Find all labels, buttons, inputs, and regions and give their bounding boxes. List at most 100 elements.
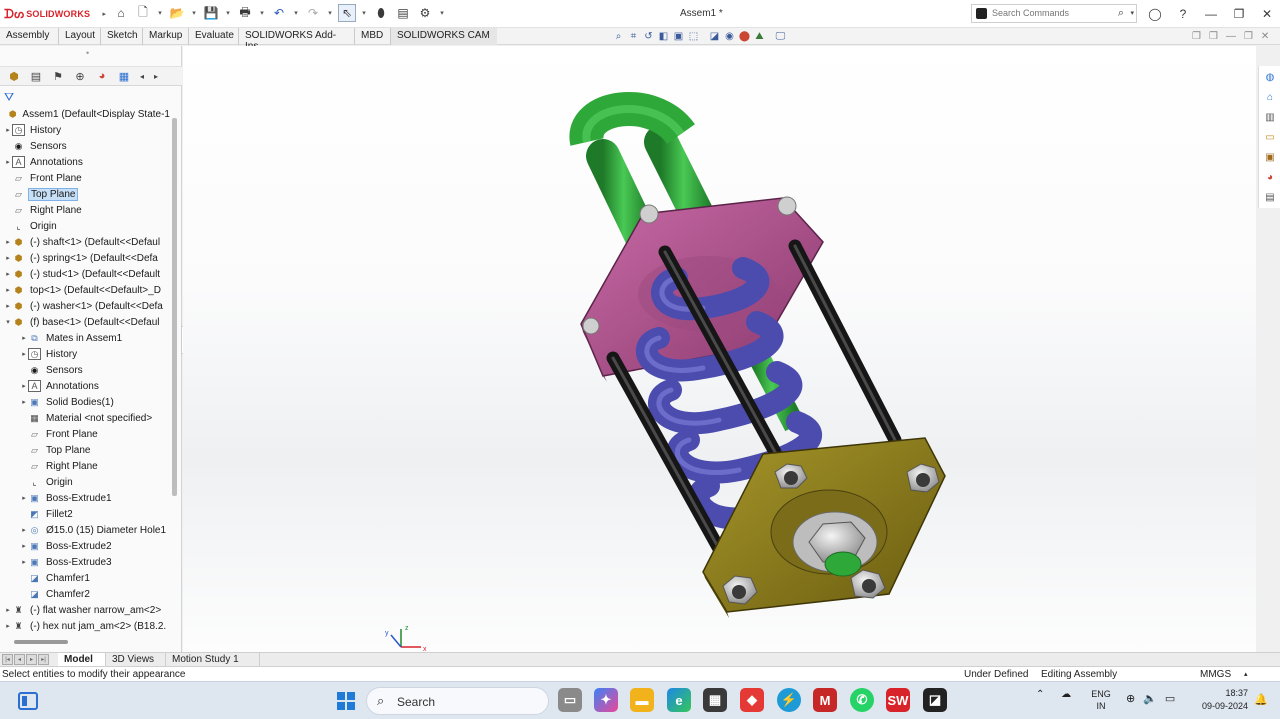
- doc-minimize-icon[interactable]: —: [1226, 31, 1236, 42]
- panel-grip-icon[interactable]: •: [86, 48, 89, 58]
- open-dropdown-icon[interactable]: ▾: [190, 9, 198, 17]
- clock[interactable]: 18:37 09-09-2024: [1186, 687, 1248, 713]
- tree-expand-icon[interactable]: ▸: [20, 350, 28, 358]
- tree-expand-icon[interactable]: ▸: [4, 270, 12, 278]
- save-icon[interactable]: 💾: [202, 4, 220, 22]
- network-icon[interactable]: ⊕: [1126, 692, 1135, 705]
- view-palette-icon[interactable]: ▣: [1263, 150, 1277, 164]
- panel-scroll-right-icon[interactable]: ▸: [152, 69, 160, 83]
- tree-expand-icon[interactable]: ▸: [4, 286, 12, 294]
- print-icon[interactable]: 🖶: [236, 4, 254, 22]
- onedrive-cloud-icon[interactable]: ☁: [1061, 689, 1071, 700]
- tree-expand-icon[interactable]: ▸: [4, 254, 12, 262]
- microsoft-store-icon[interactable]: ▦: [703, 688, 727, 712]
- tree-item[interactable]: ▸ ♜ (-) flat washer narrow_am<2>: [0, 602, 172, 618]
- minimize-icon[interactable]: —: [1202, 5, 1220, 23]
- design-library-icon[interactable]: ▥: [1263, 110, 1277, 124]
- open-folder-icon[interactable]: 📂: [168, 4, 186, 22]
- tree-item[interactable]: ⌞ Origin: [0, 218, 172, 234]
- tree-item[interactable]: ▸ A Annotations: [0, 378, 172, 394]
- tab-next-icon[interactable]: ▸: [26, 654, 37, 665]
- tab-assembly[interactable]: Assembly: [0, 28, 59, 45]
- view-settings-icon[interactable]: 🖵: [774, 30, 787, 43]
- tree-item[interactable]: ▸ ▣ Solid Bodies(1): [0, 394, 172, 410]
- feature-manager-tab-icon[interactable]: ⬢: [6, 69, 22, 83]
- search-input[interactable]: [992, 8, 1112, 18]
- tree-item[interactable]: ▸ ◎ Ø15.0 (15) Diameter Hole1: [0, 522, 172, 538]
- select-cursor-icon[interactable]: ⇖: [338, 4, 356, 22]
- new-document-icon[interactable]: 🗋: [134, 4, 152, 22]
- logo-menu-chevron-icon[interactable]: ▸: [100, 10, 108, 18]
- mcafee-icon[interactable]: M: [813, 688, 837, 712]
- tab-prev-icon[interactable]: ◂: [14, 654, 25, 665]
- property-manager-tab-icon[interactable]: ▤: [28, 69, 44, 83]
- new-dropdown-icon[interactable]: ▾: [156, 9, 164, 17]
- options-dropdown-icon[interactable]: ▾: [438, 9, 446, 17]
- tree-expand-icon[interactable]: ▸: [20, 542, 28, 550]
- tab-markup[interactable]: Markup: [143, 28, 189, 45]
- tree-item[interactable]: ⌞ Origin: [0, 474, 172, 490]
- undo-dropdown-icon[interactable]: ▾: [292, 9, 300, 17]
- tree-item[interactable]: ▸ ▣ Boss-Extrude3: [0, 554, 172, 570]
- tree-item[interactable]: ▱ Right Plane: [0, 458, 172, 474]
- tree-item[interactable]: ⬢ Assem1 (Default<Display State-1: [0, 106, 172, 122]
- doc-close-icon[interactable]: ✕: [1261, 31, 1269, 42]
- taskbar-search[interactable]: ⌕ Search: [366, 687, 549, 715]
- file-explorer-icon[interactable]: ▭: [1263, 130, 1277, 144]
- tab-solidworks-addins[interactable]: SOLIDWORKS Add-Ins: [239, 28, 355, 52]
- close-icon[interactable]: ✕: [1258, 5, 1276, 23]
- tab-evaluate[interactable]: Evaluate: [189, 28, 239, 45]
- tree-expand-icon[interactable]: ▾: [4, 318, 12, 326]
- search-magnifier-icon[interactable]: ⌕: [1118, 7, 1124, 20]
- tree-item[interactable]: ▸ ◷ History: [0, 122, 172, 138]
- configuration-manager-tab-icon[interactable]: ⚑: [50, 69, 66, 83]
- tree-item[interactable]: ▸ ♜ (-) hex nut jam_am<2> (B18.2.: [0, 618, 172, 634]
- doc-cascade-icon[interactable]: ❒: [1209, 31, 1218, 42]
- display-style-icon[interactable]: ◪: [708, 30, 721, 43]
- tree-expand-icon[interactable]: ▸: [20, 494, 28, 502]
- solidworks-taskbar-icon[interactable]: SW: [886, 688, 910, 712]
- section-view-icon[interactable]: ◧: [657, 30, 670, 43]
- tree-vertical-scrollbar[interactable]: [172, 118, 177, 496]
- restore-icon[interactable]: ❐: [1230, 5, 1248, 23]
- tree-item[interactable]: ▸ ⬢ (-) stud<1> (Default<<Default: [0, 266, 172, 282]
- task-view-icon[interactable]: [18, 691, 38, 711]
- tree-item[interactable]: ▸ ⬢ (-) spring<1> (Default<<Defa: [0, 250, 172, 266]
- tab-last-icon[interactable]: ▸|: [38, 654, 49, 665]
- search-commands[interactable]: ⌕ ▾: [971, 4, 1137, 23]
- graphics-area[interactable]: z x y: [183, 46, 1256, 653]
- 3dexperience-home-icon[interactable]: ⌂: [1263, 90, 1277, 104]
- options-gear-icon[interactable]: ⚙: [416, 4, 434, 22]
- whatsapp-icon[interactable]: ✆: [850, 688, 874, 712]
- tree-expand-icon[interactable]: ▸: [4, 622, 12, 630]
- tree-item[interactable]: ◉ Sensors: [0, 362, 172, 378]
- file-explorer-taskbar-icon[interactable]: ▬: [630, 688, 654, 712]
- tab-motion-study[interactable]: Motion Study 1: [166, 653, 260, 667]
- tree-expand-icon[interactable]: ▸: [4, 606, 12, 614]
- doc-tile-icon[interactable]: ❐: [1192, 31, 1201, 42]
- dimxpert-manager-tab-icon[interactable]: ⊕: [72, 69, 88, 83]
- tree-filter-icon[interactable]: ⛛: [4, 90, 14, 105]
- tree-expand-icon[interactable]: ▸: [4, 126, 12, 134]
- battery-icon[interactable]: ▭: [1165, 692, 1175, 705]
- panel-scroll-left-icon[interactable]: ◂: [138, 69, 146, 83]
- tree-item[interactable]: ▱ Top Plane: [0, 442, 172, 458]
- tree-item[interactable]: ▱ Right Plane: [0, 202, 172, 218]
- tree-item[interactable]: ▸ ⬢ (-) shaft<1> (Default<<Defaul: [0, 234, 172, 250]
- redo-icon[interactable]: ↷: [304, 4, 322, 22]
- app-red-diamond-icon[interactable]: ◆: [740, 688, 764, 712]
- tree-expand-icon[interactable]: ▸: [4, 238, 12, 246]
- zoom-to-fit-icon[interactable]: ⌕: [612, 30, 625, 43]
- select-dropdown-icon[interactable]: ▾: [360, 9, 368, 17]
- cam-manager-tab-icon[interactable]: ▦: [116, 69, 132, 83]
- tab-mbd[interactable]: MBD: [355, 28, 391, 45]
- tree-item[interactable]: ▸ A Annotations: [0, 154, 172, 170]
- tree-expand-icon[interactable]: ▸: [20, 382, 28, 390]
- rebuild-icon[interactable]: ⬮: [372, 4, 390, 22]
- tab-solidworks-cam[interactable]: SOLIDWORKS CAM: [391, 28, 497, 45]
- tree-item[interactable]: ▱ Front Plane: [0, 170, 172, 186]
- tree-item[interactable]: ▦ Material <not specified>: [0, 410, 172, 426]
- tab-3d-views[interactable]: 3D Views: [106, 653, 166, 667]
- redo-dropdown-icon[interactable]: ▾: [326, 9, 334, 17]
- tab-first-icon[interactable]: |◂: [2, 654, 13, 665]
